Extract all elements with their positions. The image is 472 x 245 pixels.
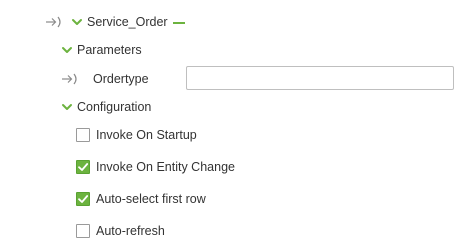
input-arrow-icon xyxy=(45,15,65,29)
option-label: Invoke On Entity Change xyxy=(96,160,235,174)
checkbox[interactable] xyxy=(76,128,90,142)
section-configuration[interactable]: Configuration xyxy=(61,96,151,118)
param-label: Ordertype xyxy=(93,72,149,86)
chevron-down-icon[interactable] xyxy=(71,16,83,28)
option-invoke-on-entity-change[interactable]: Invoke On Entity Change xyxy=(76,156,235,178)
checkbox[interactable] xyxy=(76,160,90,174)
option-auto-select-first-row[interactable]: Auto-select first row xyxy=(76,188,206,210)
checkbox[interactable] xyxy=(76,224,90,238)
ordertype-input[interactable] xyxy=(186,66,454,90)
option-auto-refresh[interactable]: Auto-refresh xyxy=(76,220,165,242)
section-label: Parameters xyxy=(77,43,142,57)
input-arrow-icon xyxy=(61,72,81,86)
option-label: Auto-select first row xyxy=(96,192,206,206)
tree-node-service-order[interactable]: Service_Order xyxy=(45,11,185,33)
option-invoke-on-startup[interactable]: Invoke On Startup xyxy=(76,124,197,146)
option-label: Auto-refresh xyxy=(96,224,165,238)
checkbox[interactable] xyxy=(76,192,90,206)
chevron-down-icon[interactable] xyxy=(61,101,73,113)
section-label: Configuration xyxy=(77,100,152,114)
tree-node-label: Service_Order xyxy=(87,15,168,29)
section-parameters[interactable]: Parameters xyxy=(61,39,142,61)
param-row-ordertype: Ordertype xyxy=(61,68,149,90)
node-dash-indicator xyxy=(172,21,185,24)
chevron-down-icon[interactable] xyxy=(61,44,73,56)
option-label: Invoke On Startup xyxy=(96,128,197,142)
